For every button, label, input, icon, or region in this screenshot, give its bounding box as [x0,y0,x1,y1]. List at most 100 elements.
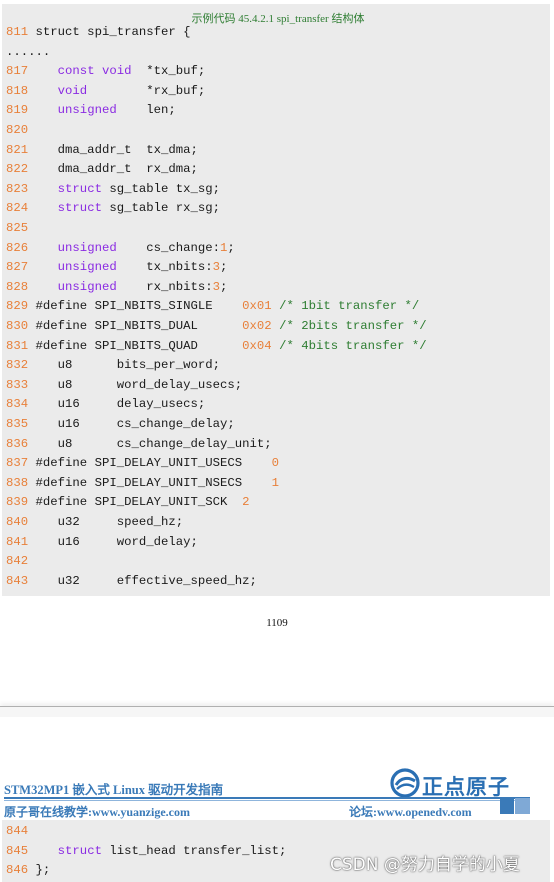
line-number: 829 [6,299,36,314]
code-token: #define SPI_DELAY_UNIT_SCK [35,495,243,510]
code-line: 846 }; [6,860,50,880]
line-number: 837 [6,456,36,471]
code-token: cs_change: [116,240,221,255]
site-link-openedv: 论坛:www.openedv.com [349,805,472,819]
header-rule [4,797,530,799]
code-block: 示例代码 45.4.2.1 spi_transfer 结构体 811 struc… [2,4,550,596]
code-token: }; [35,863,51,878]
code-line: 837 #define SPI_DELAY_UNIT_USECS 0 [6,453,279,473]
code-token: sg_table tx_sg; [101,181,221,196]
line-number: 820 [6,123,29,137]
code-token: unsigned [57,279,117,294]
line-number: 836 [6,436,36,451]
code-token: #define SPI_NBITS_QUAD [35,338,243,353]
code-line: 826 unsigned cs_change:1; [6,238,235,258]
line-number: 833 [6,377,36,392]
code-token: struct [57,181,102,196]
code-token: struct [57,201,102,216]
line-number: 819 [6,103,36,118]
code-token: /* 1bit transfer */ [279,299,420,314]
code-token: dma_addr_t tx_dma; [35,142,198,157]
code-token: len; [116,103,176,118]
line-number: 828 [6,279,36,294]
code-line: 819 unsigned len; [6,100,176,120]
code-line: 831 #define SPI_NBITS_QUAD 0x04 /* 4bits… [6,336,427,356]
code-token: dma_addr_t rx_dma; [35,162,198,177]
code-token: 0x04 [242,338,272,353]
page-number: 1109 [266,617,288,629]
line-number: 838 [6,475,36,490]
code-token: u32 speed_hz; [35,515,184,529]
code-line: 822 dma_addr_t rx_dma; [6,159,198,179]
line-number: 842 [6,554,29,569]
code-line: 834 u16 delay_usecs; [6,394,205,414]
code-line: 829 #define SPI_NBITS_SINGLE 0x01 /* 1bi… [6,296,419,316]
line-number: 835 [6,417,36,431]
code-token: /* 4bits transfer */ [279,338,427,353]
code-line: 839 #define SPI_DELAY_UNIT_SCK 2 [6,492,250,512]
code-token: /* 2bits transfer */ [279,319,427,333]
code-line: 820 [6,120,28,140]
code-token: 3 [212,279,221,294]
line-number: 845 [6,843,36,858]
line-number: 839 [6,495,36,510]
code-line: 824 struct sg_table rx_sg; [6,198,220,218]
code-token: *rx_buf; [87,83,206,98]
code-line: 835 u16 cs_change_delay; [6,414,235,434]
code-token: 0 [271,456,280,471]
code-token: const void [57,64,132,79]
csdn-watermark: CSDN @努力自学的小夏 [330,855,520,875]
brand-logo: 正点原子 [390,768,520,800]
brand-logo-icon [390,768,420,798]
code-line: 811 struct spi_transfer { [6,22,191,42]
line-number: 832 [6,358,36,373]
line-number: 817 [6,64,36,79]
code-token: 2 [242,495,250,510]
code-token: tx_nbits: [116,260,213,275]
code-token: ; [220,279,228,294]
code-token: u16 delay_usecs; [35,397,206,412]
line-number: 834 [6,397,36,412]
code-line: 843 u32 effective_speed_hz; [6,571,257,591]
code-line: 833 u8 word_delay_usecs; [6,375,242,395]
code-line: 840 u32 speed_hz; [6,512,183,532]
code-line: 841 u16 word_delay; [6,532,198,552]
header-rule-thin [4,800,530,801]
code-line: 827 unsigned tx_nbits:3; [6,257,227,277]
code-token: rx_nbits: [116,279,213,294]
code-token: 3 [212,260,221,275]
code-token: u8 bits_per_word; [35,358,221,373]
book-title: STM32MP1 嵌入式 Linux 驱动开发指南 [4,783,224,797]
code-line: 832 u8 bits_per_word; [6,355,220,375]
code-line: 825 [6,218,28,238]
code-line: 845 struct list_head transfer_list; [6,841,286,861]
code-token: list_head transfer_list; [101,843,287,858]
code-token: unsigned [57,103,117,118]
code-line: 838 #define SPI_DELAY_UNIT_NSECS 1 [6,473,279,493]
code-token: struct [57,843,102,858]
code-line: ...... [6,42,50,62]
code-token: 0x01 [242,299,272,314]
line-number: 822 [6,162,36,177]
code-token: unsigned [57,240,117,255]
code-token: u16 word_delay; [35,534,198,549]
code-line: 817 const void *tx_buf; [6,61,205,81]
code-token: #define SPI_DELAY_UNIT_USECS [35,456,272,471]
line-number: 841 [6,534,36,549]
code-token: u8 word_delay_usecs; [35,377,243,392]
code-token: u8 cs_change_delay_unit; [35,436,272,451]
header-accent-block [500,798,530,814]
line-number: 830 [6,319,36,333]
code-line: 836 u8 cs_change_delay_unit; [6,434,272,454]
code-token: sg_table rx_sg; [101,201,221,216]
page-break-divider [0,706,554,717]
code-token: 1 [271,475,280,490]
line-number: 823 [6,181,36,196]
